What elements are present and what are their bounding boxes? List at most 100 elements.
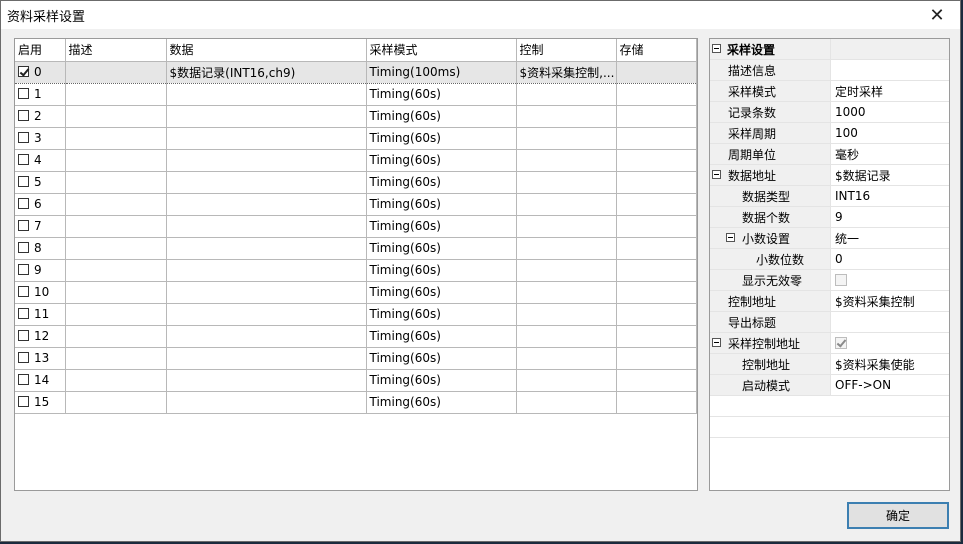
cell-index[interactable]: 12 xyxy=(15,325,66,348)
table-row[interactable]: 9 Timing(60s) xyxy=(15,259,697,282)
cell-control[interactable] xyxy=(516,127,617,150)
property-row[interactable]: 数据个数 9 xyxy=(710,207,949,228)
cell-control[interactable] xyxy=(516,215,617,238)
table-row[interactable]: 7 Timing(60s) xyxy=(15,215,697,238)
cell-control[interactable] xyxy=(516,237,617,260)
property-value[interactable] xyxy=(831,333,949,353)
enable-checkbox[interactable] xyxy=(18,88,29,99)
property-row[interactable]: 启动模式 OFF->ON xyxy=(710,375,949,396)
cell-storage[interactable] xyxy=(616,369,697,392)
property-row[interactable]: 记录条数 1000 xyxy=(710,102,949,123)
property-value[interactable] xyxy=(831,39,949,59)
property-value[interactable]: $资料采集使能 xyxy=(831,354,949,374)
property-value[interactable]: 统一 xyxy=(831,228,949,248)
cell-desc[interactable] xyxy=(65,127,167,150)
cell-storage[interactable] xyxy=(616,215,697,238)
cell-data[interactable] xyxy=(166,369,367,392)
cell-desc[interactable] xyxy=(65,105,167,128)
cell-data[interactable] xyxy=(166,303,367,326)
cell-data[interactable] xyxy=(166,347,367,370)
enable-checkbox[interactable] xyxy=(18,374,29,385)
property-row[interactable]: 周期单位 毫秒 xyxy=(710,144,949,165)
table-row[interactable]: 8 Timing(60s) xyxy=(15,237,697,260)
cell-mode[interactable]: Timing(60s) xyxy=(366,149,517,172)
table-row[interactable]: 4 Timing(60s) xyxy=(15,149,697,172)
cell-mode[interactable]: Timing(60s) xyxy=(366,325,517,348)
cell-mode[interactable]: Timing(60s) xyxy=(366,127,517,150)
table-row[interactable]: 3 Timing(60s) xyxy=(15,127,697,150)
cell-data[interactable] xyxy=(166,149,367,172)
cell-index[interactable]: 3 xyxy=(15,127,66,150)
cell-storage[interactable] xyxy=(616,325,697,348)
col-header-enable[interactable]: 启用 xyxy=(15,39,66,62)
cell-control[interactable] xyxy=(516,391,617,414)
cell-desc[interactable] xyxy=(65,259,167,282)
cell-index[interactable]: 1 xyxy=(15,83,66,106)
collapse-icon[interactable] xyxy=(712,170,721,179)
cell-mode[interactable]: Timing(100ms) xyxy=(366,60,517,84)
cell-desc[interactable] xyxy=(65,215,167,238)
table-row[interactable]: 1 Timing(60s) xyxy=(15,83,697,106)
cell-control[interactable] xyxy=(516,281,617,304)
cell-desc[interactable] xyxy=(65,237,167,260)
cell-data[interactable] xyxy=(166,391,367,414)
collapse-icon[interactable] xyxy=(726,233,735,242)
cell-index[interactable]: 2 xyxy=(15,105,66,128)
cell-mode[interactable]: Timing(60s) xyxy=(366,303,517,326)
cell-mode[interactable]: Timing(60s) xyxy=(366,237,517,260)
cell-index[interactable]: 11 xyxy=(15,303,66,326)
cell-index[interactable]: 7 xyxy=(15,215,66,238)
cell-storage[interactable] xyxy=(616,391,697,414)
close-button[interactable]: ✕ xyxy=(914,1,960,29)
cell-control[interactable] xyxy=(516,105,617,128)
enable-checkbox[interactable] xyxy=(18,286,29,297)
table-row[interactable]: 12 Timing(60s) xyxy=(15,325,697,348)
table-row[interactable]: 2 Timing(60s) xyxy=(15,105,697,128)
cell-desc[interactable] xyxy=(65,60,167,84)
cell-data[interactable] xyxy=(166,259,367,282)
enable-checkbox[interactable] xyxy=(18,110,29,121)
col-header-desc[interactable]: 描述 xyxy=(65,39,167,62)
cell-mode[interactable]: Timing(60s) xyxy=(366,215,517,238)
cell-index[interactable]: 0 xyxy=(15,60,66,84)
cell-index[interactable]: 10 xyxy=(15,281,66,304)
col-header-mode[interactable]: 采样模式 xyxy=(366,39,517,62)
cell-control[interactable] xyxy=(516,259,617,282)
cell-control[interactable] xyxy=(516,303,617,326)
table-row[interactable]: 13 Timing(60s) xyxy=(15,347,697,370)
enable-checkbox[interactable] xyxy=(18,132,29,143)
cell-mode[interactable]: Timing(60s) xyxy=(366,369,517,392)
table-row[interactable]: 11 Timing(60s) xyxy=(15,303,697,326)
cell-mode[interactable]: Timing(60s) xyxy=(366,347,517,370)
cell-mode[interactable]: Timing(60s) xyxy=(366,391,517,414)
cell-desc[interactable] xyxy=(65,369,167,392)
cell-storage[interactable] xyxy=(616,303,697,326)
cell-storage[interactable] xyxy=(616,171,697,194)
enable-checkbox[interactable] xyxy=(18,66,29,77)
enable-checkbox[interactable] xyxy=(18,330,29,341)
cell-data[interactable] xyxy=(166,193,367,216)
col-header-data[interactable]: 数据 xyxy=(166,39,367,62)
cell-data[interactable] xyxy=(166,83,367,106)
table-row[interactable]: 6 Timing(60s) xyxy=(15,193,697,216)
collapse-icon[interactable] xyxy=(712,338,721,347)
property-row[interactable]: 显示无效零 xyxy=(710,270,949,291)
cell-mode[interactable]: Timing(60s) xyxy=(366,171,517,194)
cell-storage[interactable] xyxy=(616,347,697,370)
cell-control[interactable]: $资料采集控制,... xyxy=(516,60,617,84)
property-value[interactable]: OFF->ON xyxy=(831,375,949,395)
cell-desc[interactable] xyxy=(65,347,167,370)
cell-control[interactable] xyxy=(516,83,617,106)
cell-index[interactable]: 15 xyxy=(15,391,66,414)
property-row[interactable]: 采样周期 100 xyxy=(710,123,949,144)
enable-checkbox[interactable] xyxy=(18,352,29,363)
cell-mode[interactable]: Timing(60s) xyxy=(366,259,517,282)
property-row[interactable]: 采样控制地址 xyxy=(710,333,949,354)
enable-checkbox[interactable] xyxy=(18,242,29,253)
cell-desc[interactable] xyxy=(65,193,167,216)
cell-index[interactable]: 6 xyxy=(15,193,66,216)
cell-desc[interactable] xyxy=(65,281,167,304)
property-checkbox[interactable] xyxy=(835,337,847,349)
cell-desc[interactable] xyxy=(65,149,167,172)
property-value[interactable]: $数据记录 xyxy=(831,165,949,185)
